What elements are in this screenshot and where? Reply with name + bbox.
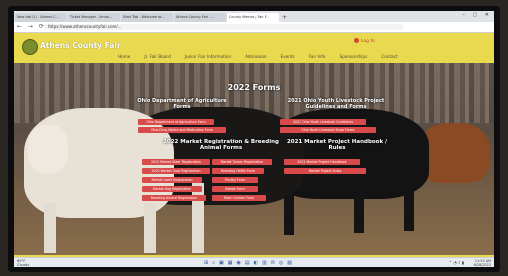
browser-tab-active[interactable]: County Memos | Fair F... — [227, 13, 279, 22]
nav-arrows-icon[interactable]: ← → ⟳ — [17, 23, 46, 30]
chrome-icon[interactable]: ◎ — [279, 260, 283, 266]
form-link-button[interactable]: Meat Chicken Form — [212, 195, 266, 201]
search-icon[interactable]: ⌕ — [212, 260, 215, 266]
weather-desc: Cloudy — [17, 263, 30, 267]
login-label: Log In — [361, 39, 375, 44]
cow-leg — [44, 203, 56, 253]
nav-item-junior-fair-info[interactable]: Junior Fair Information — [185, 54, 231, 59]
form-link-button[interactable]: Ohio Drug Notice and Medication Form — [138, 127, 226, 133]
nav-item-contact[interactable]: Contact — [381, 54, 397, 59]
site-title[interactable]: Athens County Fair — [40, 41, 121, 50]
url-input[interactable]: https://www.athenscountyfair.com/... — [44, 24, 404, 30]
start-icon[interactable]: ⊞ — [204, 260, 208, 266]
office-icon[interactable]: ▧ — [287, 260, 292, 266]
site-header: Athens County Fair Log In Home Jr. Fair … — [14, 33, 494, 63]
nav-item-sponsorships[interactable]: Sponsorships — [339, 54, 367, 59]
store-icon[interactable]: ▥ — [262, 260, 267, 266]
cow-leg — [144, 203, 156, 253]
browser-tab[interactable]: Ticket Manager - Jimdo... — [68, 13, 120, 22]
form-link-button[interactable]: Market Hog Registration — [142, 186, 202, 192]
screen: New tab (1) - Athens C... Ticket Manager… — [14, 11, 494, 267]
nav-item-jr-fair-board[interactable]: Jr. Fair Board — [144, 54, 170, 59]
brown-cow-image — [419, 123, 489, 183]
browser-tab-bar: New tab (1) - Athens C... Ticket Manager… — [14, 11, 494, 22]
forms-heading: 2022 Forms — [227, 83, 281, 92]
form-link-button[interactable]: Breeding Heifer Form — [212, 168, 264, 174]
clock-date: 6/28/2022 — [473, 263, 491, 267]
nav-item-events[interactable]: Events — [281, 54, 295, 59]
taskbar-apps: ⊞ ⌕ ▣ ▦ ◉ ▤ ◐ ▥ ✉ ◎ ▧ — [204, 260, 292, 266]
form-link-button[interactable]: Poultry Form — [212, 177, 258, 183]
new-tab-icon[interactable]: + — [282, 13, 287, 22]
section-heading: 2022 Market Registration & Breeding Anim… — [163, 139, 279, 152]
task-view-icon[interactable]: ▣ — [219, 260, 224, 266]
address-bar: ← → ⟳ https://www.athenscountyfair.com/.… — [14, 22, 494, 33]
cow-leg — [192, 183, 204, 253]
mail-icon[interactable]: ✉ — [271, 260, 275, 266]
form-link-button[interactable]: 2022 Market Goat Registration — [142, 168, 210, 174]
login-link[interactable]: Log In — [354, 38, 375, 44]
chat-icon[interactable]: ◉ — [236, 260, 240, 266]
windows-taskbar: 69°F Cloudy ⊞ ⌕ ▣ ▦ ◉ ▤ ◐ ▥ ✉ ◎ ▧ ⌃ ◔ ♪ … — [14, 257, 494, 267]
clock[interactable]: 11:53 AM 6/28/2022 — [474, 259, 491, 267]
widgets-icon[interactable]: ▦ — [228, 260, 233, 266]
form-link-button[interactable]: 2022 Market Steer Registration — [142, 159, 210, 165]
system-tray-icons[interactable]: ⌃ ◔ ♪ ▮ — [449, 260, 464, 265]
form-link-button[interactable]: Market Project Rules — [284, 168, 366, 174]
main-nav: Home Jr. Fair Board Junior Fair Informat… — [118, 54, 412, 59]
form-link-button[interactable]: Market Lamb Registration — [142, 177, 202, 183]
nav-item-fair-info[interactable]: Fair Info — [309, 54, 326, 59]
cow-leg — [354, 193, 364, 233]
cow-leg — [284, 195, 294, 235]
nav-item-admission[interactable]: Admission — [245, 54, 266, 59]
file-explorer-icon[interactable]: ▤ — [245, 260, 250, 266]
form-link-button[interactable]: Ohio Youth Livestock Show Forms — [280, 127, 376, 133]
cow-leg — [404, 191, 414, 231]
edge-browser-icon[interactable]: ◐ — [254, 260, 258, 266]
fair-logo-icon[interactable] — [22, 39, 38, 55]
form-link-button[interactable]: 2021 Ohio Youth Livestock Guidelines — [280, 119, 366, 125]
section-heading: Ohio Department of Agriculture Forms — [137, 98, 227, 110]
form-link-button[interactable]: Ohio Department of Agriculture Form — [138, 119, 214, 125]
hero-image: 2022 Forms Ohio Department of Agricultur… — [14, 63, 494, 255]
form-link-button[interactable]: Breeding Animal Registration — [142, 195, 206, 201]
browser-tab[interactable]: Athens County Fair - ... — [174, 13, 226, 22]
form-link-button[interactable]: Market Turkey Registration — [212, 159, 272, 165]
nav-item-home[interactable]: Home — [118, 54, 130, 59]
window-controls-icon[interactable]: – ▢ ✕ — [462, 12, 492, 18]
white-cow-head-image — [28, 125, 68, 173]
form-link-button[interactable]: Rabbit Form — [212, 186, 258, 192]
weather-widget[interactable]: 69°F Cloudy — [17, 259, 29, 267]
user-icon — [354, 38, 359, 43]
section-heading: 2021 Market Project Handbook / Rules — [286, 139, 388, 152]
browser-tab[interactable]: New tab (1) - Athens C... — [15, 13, 67, 22]
browser-tab[interactable]: Start Tab - Welcome to... — [121, 13, 173, 22]
section-heading: 2021 Ohio Youth Livestock Project Guidel… — [287, 98, 385, 110]
form-link-button[interactable]: 2021 Market Project Handbook — [284, 159, 360, 165]
